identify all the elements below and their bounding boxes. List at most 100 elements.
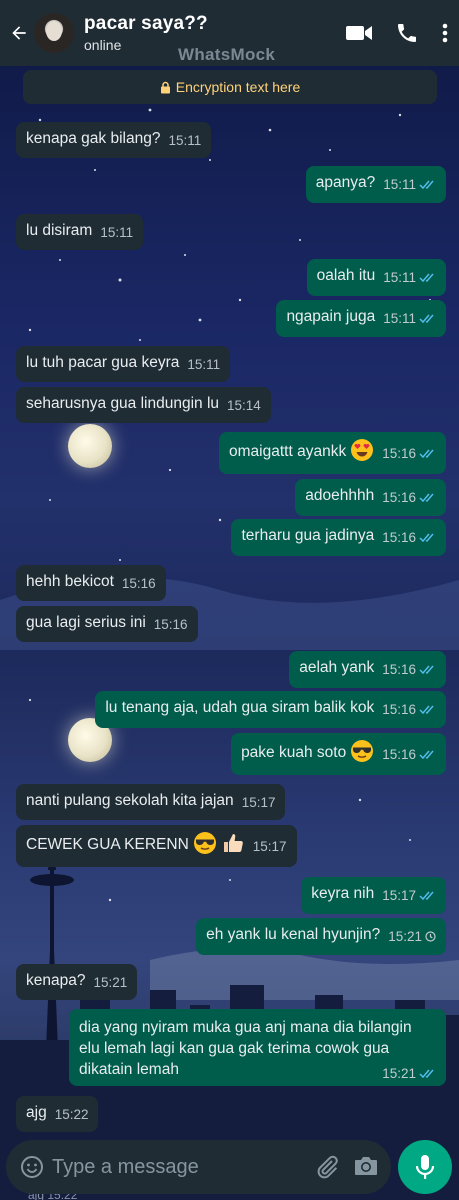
double-check-icon	[419, 891, 434, 901]
message-time: 15:16	[153, 617, 188, 632]
message-time: 15:16	[382, 490, 416, 505]
message-bubble[interactable]: keyra nih 15:17	[301, 877, 446, 914]
message-time: 15:11	[168, 133, 202, 148]
message-text: omaigattt ayankk	[229, 443, 347, 461]
message-bubble[interactable]: kenapa gak bilang? 15:11	[16, 122, 212, 158]
paperclip-icon	[317, 1155, 338, 1179]
kebab-menu-icon	[442, 23, 448, 43]
message-bubble[interactable]: dia yang nyiram muka gua anj mana dia bi…	[69, 1009, 446, 1086]
message-time: 15:22	[54, 1107, 89, 1122]
message-text: lu tuh pacar gua keyra	[26, 354, 180, 371]
message-time: 15:21	[382, 1066, 416, 1081]
message-bubble[interactable]: lu tuh pacar gua keyra 15:11	[16, 346, 231, 382]
message-text: seharusnya gua lindungin lu	[26, 395, 220, 412]
sunglasses-emoji-icon	[193, 832, 216, 854]
attach-button[interactable]	[315, 1154, 339, 1185]
message-time: 15:16	[382, 530, 416, 545]
message-text: keyra nih	[311, 885, 375, 902]
message-text: terharu gua jadinya	[241, 527, 375, 544]
message-bubble[interactable]: lu disiram 15:11	[16, 214, 144, 250]
message-text: hehh bekicot	[26, 573, 114, 590]
clock-icon	[425, 931, 436, 942]
double-check-icon	[419, 314, 434, 324]
message-bubble[interactable]: adoehhhh 15:16	[295, 479, 446, 516]
message-bubble[interactable]: gua lagi serius ini 15:16	[16, 606, 198, 642]
heart-eyes-emoji-icon	[351, 439, 374, 461]
thumbs-up-emoji-icon	[223, 834, 243, 852]
message-text: nanti pulang sekolah kita jajan	[26, 792, 234, 809]
message-time: 15:17	[252, 839, 287, 855]
message-bubble[interactable]: pake kuah soto 15:16	[231, 733, 446, 775]
lock-icon	[160, 81, 170, 93]
message-time: 15:11	[383, 311, 416, 326]
video-call-button[interactable]	[345, 23, 373, 43]
message-text: lu tenang aja, udah gua siram balik kok	[105, 699, 375, 716]
message-time: 15:14	[227, 398, 261, 413]
message-bubble[interactable]: lu tenang aja, udah gua siram balik kok 1…	[95, 691, 446, 728]
message-time: 15:11	[187, 357, 221, 372]
sunglasses-emoji-icon	[351, 740, 374, 762]
arrow-left-icon	[12, 26, 26, 40]
microphone-icon	[415, 1155, 435, 1179]
message-text: eh yank lu kenal hyunjin?	[206, 926, 381, 943]
voice-record-button[interactable]	[398, 1140, 452, 1194]
message-bubble[interactable]: seharusnya gua lindungin lu 15:14	[16, 387, 271, 423]
message-text: apanya?	[315, 174, 376, 191]
message-time: 15:21	[93, 975, 128, 990]
double-check-icon	[419, 533, 434, 543]
message-text: CEWEK GUA KERENN	[26, 836, 189, 854]
double-check-icon	[419, 705, 434, 715]
message-bubble[interactable]: ngapain juga 15:11	[276, 300, 446, 337]
avatar[interactable]	[34, 13, 74, 53]
message-text: oalah itu	[316, 267, 376, 284]
more-options-button[interactable]	[441, 22, 449, 44]
encryption-notice[interactable]: Encryption text here	[23, 70, 437, 104]
message-text: pake kuah soto	[241, 744, 347, 762]
message-text: ajg	[26, 1104, 47, 1121]
message-bubble[interactable]: aelah yank 15:16	[289, 651, 446, 688]
message-time: 15:16	[382, 662, 416, 677]
message-time: 15:16	[382, 446, 416, 462]
message-bubble[interactable]: ajg 15:22	[16, 1096, 99, 1132]
message-text: lu disiram	[26, 222, 93, 239]
message-text: kenapa gak bilang?	[26, 130, 161, 147]
message-bubble[interactable]: kenapa? 15:21	[16, 964, 138, 1000]
message-bubble[interactable]: hehh bekicot 15:16	[16, 565, 166, 601]
message-time: 15:17	[241, 795, 276, 810]
message-time: 15:17	[382, 888, 416, 903]
message-text: ngapain juga	[286, 308, 376, 325]
message-composer[interactable]: Type a message	[6, 1140, 391, 1194]
moon-illustration	[68, 424, 112, 468]
double-check-icon	[419, 180, 434, 190]
smiley-icon	[21, 1156, 43, 1178]
message-time: 15:16	[121, 576, 156, 591]
message-bubble[interactable]: CEWEK GUA KERENN 15:17	[16, 825, 297, 867]
message-time: 15:11	[383, 177, 416, 192]
double-check-icon	[419, 493, 434, 503]
video-camera-icon	[346, 26, 372, 40]
message-time: 15:11	[100, 225, 134, 240]
message-bubble[interactable]: oalah itu 15:11	[306, 259, 446, 296]
voice-call-button[interactable]	[395, 21, 419, 45]
message-time: 15:21	[388, 929, 422, 944]
message-input[interactable]: Type a message	[52, 1156, 199, 1179]
message-time: 15:11	[383, 270, 416, 285]
contact-name: pacar saya??	[84, 13, 208, 34]
message-time: 15:16	[382, 747, 416, 763]
message-bubble[interactable]: apanya? 15:11	[305, 166, 446, 203]
double-check-icon	[419, 750, 434, 760]
double-check-icon	[419, 1069, 434, 1079]
message-bubble[interactable]: terharu gua jadinya 15:16	[231, 519, 446, 556]
double-check-icon	[419, 665, 434, 675]
message-text: aelah yank	[299, 659, 375, 676]
back-button[interactable]	[4, 0, 34, 66]
watermark: WhatsMock	[178, 45, 276, 64]
message-bubble[interactable]: eh yank lu kenal hyunjin? 15:21	[196, 918, 446, 955]
message-bubble[interactable]: omaigattt ayankk 15:16	[219, 432, 446, 474]
camera-button[interactable]	[353, 1154, 379, 1183]
emoji-button[interactable]	[20, 1155, 44, 1179]
camera-icon	[355, 1157, 377, 1175]
message-bubble[interactable]: nanti pulang sekolah kita jajan 15:17	[16, 784, 286, 820]
encryption-text: Encryption text here	[175, 79, 301, 95]
message-text: kenapa?	[26, 972, 86, 989]
